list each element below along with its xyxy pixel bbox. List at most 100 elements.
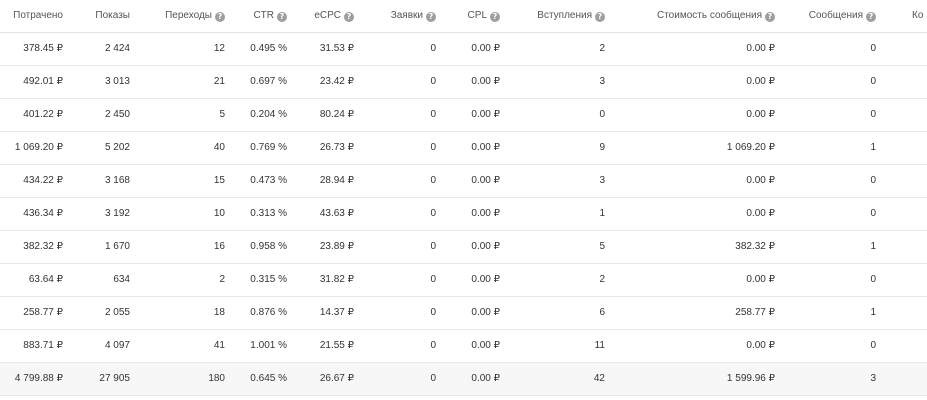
column-header-2[interactable]: Переходы?	[140, 0, 225, 32]
table-row[interactable]: 382.32 ₽ 1 670 16 0.958 % 23.89 ₽ 0 0.00 ₽ 5 382…	[0, 231, 927, 264]
table-cell: 31.53 ₽	[319, 43, 354, 54]
table-cell: 26.73 ₽	[319, 142, 354, 153]
help-icon[interactable]: ?	[215, 12, 225, 22]
table-cell: 883.71 ₽	[23, 340, 63, 351]
total-cell: 1 599.96 ₽	[726, 373, 775, 384]
table-row[interactable]: 883.71 ₽ 4 097 41 1.001 % 21.55 ₽ 0 0.00 ₽ 11 0.…	[0, 330, 927, 363]
table-cell: 382.32 ₽	[23, 241, 63, 252]
table-cell: 436.34 ₽	[23, 208, 63, 219]
table-cell: 382.32 ₽	[735, 241, 775, 252]
help-icon[interactable]: ?	[490, 12, 500, 22]
column-header-7[interactable]: Вступления?	[510, 0, 605, 32]
table-cell: 0.313 %	[250, 208, 287, 219]
table-row[interactable]: 378.45 ₽ 2 424 12 0.495 % 31.53 ₽ 0 0.00 ₽ 2 0.0…	[0, 33, 927, 66]
table-cell: 3 168	[104, 175, 130, 186]
column-header-label: Показы	[95, 10, 130, 21]
table-cell: 23.42 ₽	[319, 76, 354, 87]
table-cell: 2	[599, 43, 605, 54]
table-cell: 0.00 ₽	[746, 274, 775, 285]
help-icon[interactable]: ?	[426, 12, 436, 22]
table-cell: 0.00 ₽	[471, 274, 500, 285]
total-cell: 180	[208, 373, 225, 384]
total-cell: 26.67 ₽	[319, 373, 354, 384]
total-cell: 0.645 %	[250, 373, 287, 384]
table-cell: 0.00 ₽	[471, 241, 500, 252]
table-cell: 3 013	[104, 76, 130, 87]
table-cell: 43.63 ₽	[319, 208, 354, 219]
table-cell: 40	[213, 142, 225, 153]
table-cell: 492.01 ₽	[23, 76, 63, 87]
total-cell: 0	[430, 373, 436, 384]
table-row[interactable]: 434.22 ₽ 3 168 15 0.473 % 28.94 ₽ 0 0.00 ₽ 3 0.0…	[0, 165, 927, 198]
help-icon[interactable]: ?	[595, 12, 605, 22]
table-cell: 2 055	[104, 307, 130, 318]
table-cell: 1	[870, 241, 876, 252]
column-header-4[interactable]: eCPC?	[295, 0, 354, 32]
table-cell: 1 670	[104, 241, 130, 252]
table-cell: 2 450	[104, 109, 130, 120]
table-cell: 0.495 %	[250, 43, 287, 54]
table-cell: 0	[870, 109, 876, 120]
total-cell: 27 905	[99, 373, 130, 384]
table-row[interactable]: 1 069.20 ₽ 5 202 40 0.769 % 26.73 ₽ 0 0.00 ₽ 9 1…	[0, 132, 927, 165]
column-header-label: Ко	[912, 10, 924, 21]
table-cell: 0	[430, 76, 436, 87]
table-cell: 0	[430, 175, 436, 186]
total-cell: 4 799.88 ₽	[14, 373, 63, 384]
table-cell: 0	[430, 208, 436, 219]
table-cell: 23.89 ₽	[319, 241, 354, 252]
column-header-label: Вступления	[537, 10, 592, 21]
table-cell: 0.00 ₽	[471, 208, 500, 219]
column-header-8[interactable]: Стоимость сообщения?	[615, 0, 775, 32]
column-header-label: Сообщения	[808, 10, 863, 21]
table-cell: 0	[870, 340, 876, 351]
table-cell: 0.473 %	[250, 175, 287, 186]
table-cell: 3 192	[104, 208, 130, 219]
table-cell: 0	[870, 76, 876, 87]
table-cell: 12	[213, 43, 225, 54]
column-header-3[interactable]: CTR?	[235, 0, 287, 32]
total-cell: 42	[593, 373, 605, 384]
column-header-6[interactable]: CPL?	[445, 0, 500, 32]
table-cell: 2	[219, 274, 225, 285]
table-cell: 0	[870, 274, 876, 285]
column-header-label: eCPC	[314, 10, 341, 21]
column-header-1[interactable]: Показы	[70, 0, 130, 32]
table-cell: 0	[430, 340, 436, 351]
table-cell: 0	[430, 43, 436, 54]
table-cell: 0.958 %	[250, 241, 287, 252]
table-row[interactable]: 63.64 ₽ 634 2 0.315 % 31.82 ₽ 0 0.00 ₽ 2 0.00 ₽ 0	[0, 264, 927, 297]
table-cell: 0	[870, 208, 876, 219]
table-row[interactable]: 401.22 ₽ 2 450 5 0.204 % 80.24 ₽ 0 0.00 ₽ 0 0.00…	[0, 99, 927, 132]
table-cell: 0.00 ₽	[471, 76, 500, 87]
table-cell: 0	[599, 109, 605, 120]
table-cell: 0.204 %	[250, 109, 287, 120]
table-cell: 0.769 %	[250, 142, 287, 153]
table-cell: 0.00 ₽	[746, 175, 775, 186]
help-icon[interactable]: ?	[866, 12, 876, 22]
help-icon[interactable]: ?	[344, 12, 354, 22]
column-header-5[interactable]: Заявки?	[365, 0, 436, 32]
table-cell: 0	[430, 274, 436, 285]
table-row[interactable]: 258.77 ₽ 2 055 18 0.876 % 14.37 ₽ 0 0.00 ₽ 6 258…	[0, 297, 927, 330]
table-cell: 5	[219, 109, 225, 120]
help-icon[interactable]: ?	[765, 12, 775, 22]
table-row[interactable]: 436.34 ₽ 3 192 10 0.313 % 43.63 ₽ 0 0.00 ₽ 1 0.0…	[0, 198, 927, 231]
column-header-label: Стоимость сообщения	[656, 10, 762, 21]
stats-table: Потрачено Показы Переходы? CTR? eCPC? Заявки?…	[0, 0, 927, 400]
table-cell: 0	[870, 175, 876, 186]
column-header-0[interactable]: Потрачено	[0, 0, 63, 32]
column-header-label: CPL	[467, 10, 487, 21]
table-cell: 4 097	[104, 340, 130, 351]
table-row[interactable]: 492.01 ₽ 3 013 21 0.697 % 23.42 ₽ 0 0.00 ₽ 3 0.0…	[0, 66, 927, 99]
table-cell: 1	[870, 142, 876, 153]
help-icon[interactable]: ?	[277, 12, 287, 22]
table-cell: 1 069.20 ₽	[726, 142, 775, 153]
table-cell: 80.24 ₽	[319, 109, 354, 120]
column-header-10[interactable]: Ко	[912, 0, 927, 32]
column-header-label: Потрачено	[13, 10, 63, 21]
table-cell: 5	[599, 241, 605, 252]
table-cell: 0.876 %	[250, 307, 287, 318]
column-header-9[interactable]: Сообщения?	[785, 0, 876, 32]
column-header-label: Переходы	[165, 10, 212, 21]
